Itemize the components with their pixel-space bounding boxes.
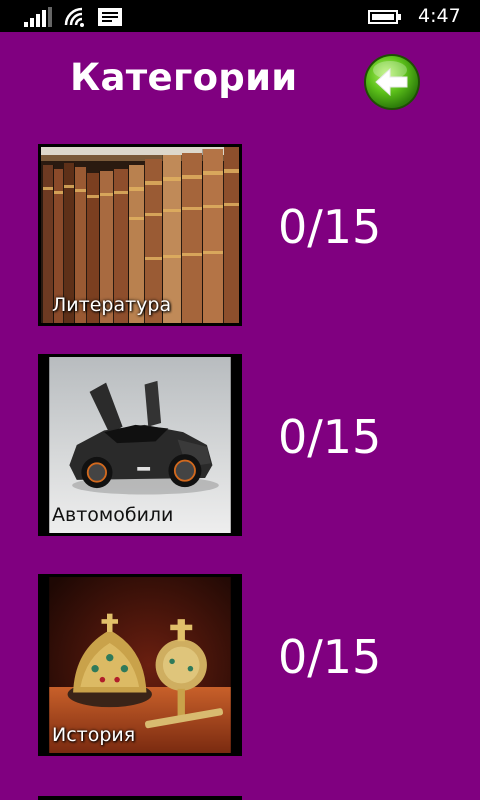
wifi-icon [64,7,84,27]
back-button[interactable] [362,52,422,112]
category-score: 0/15 [278,630,382,684]
category-item-cars: Автомобили 0/15 [0,354,480,536]
category-label: История [52,724,136,746]
page-title: Категории [70,56,298,99]
category-tile-history[interactable]: История [38,574,242,756]
category-score: 0/15 [278,200,382,254]
next-category-tile[interactable] [38,796,242,800]
category-tile-cars[interactable]: Автомобили [38,354,242,536]
status-bar: 4:47 [0,0,480,32]
back-arrow-icon [364,54,420,110]
category-item-history: История 0/15 [0,574,480,756]
category-tile-literature[interactable]: Литература [38,144,242,326]
message-icon [98,8,122,26]
category-label: Автомобили [52,504,174,526]
category-item-literature: Литература 0/15 [0,144,480,326]
status-time: 4:47 [418,5,461,27]
signal-icon [24,7,52,27]
battery-icon [368,10,401,24]
category-label: Литература [52,294,172,316]
category-score: 0/15 [278,410,382,464]
